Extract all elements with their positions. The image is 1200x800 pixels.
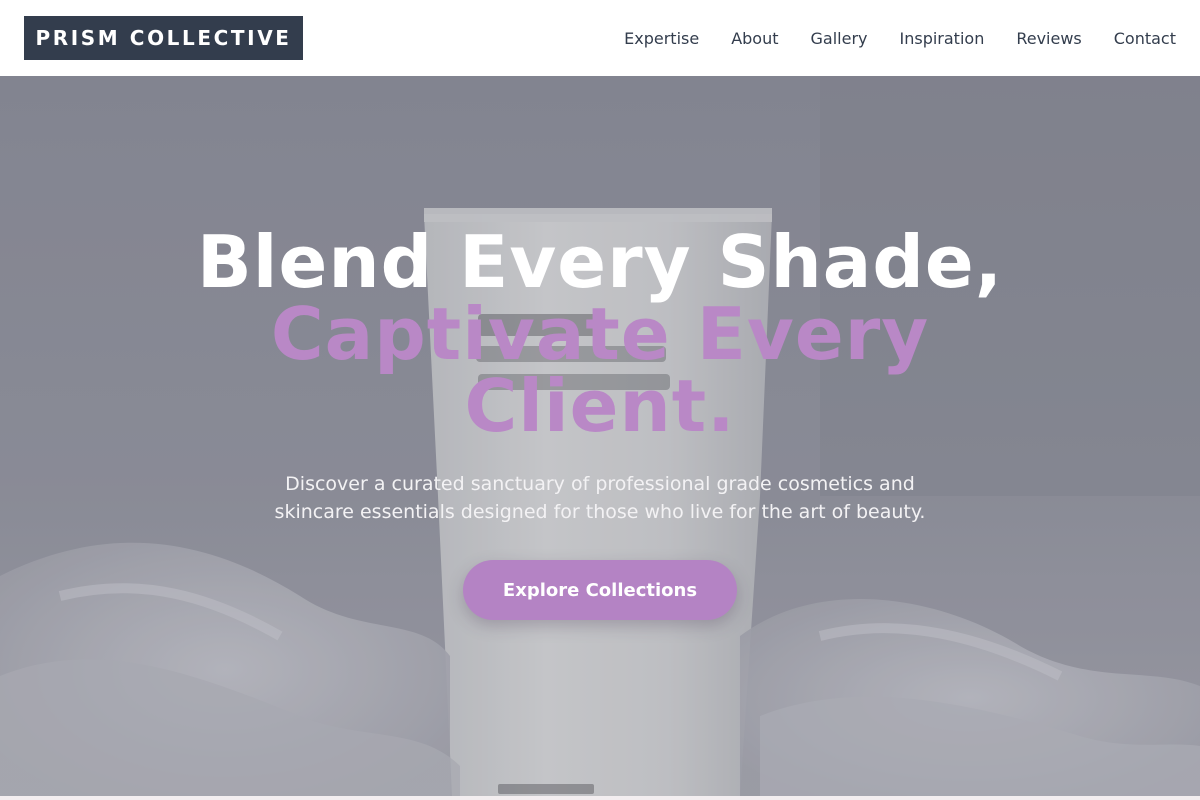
brand-logo[interactable]: PRISM COLLECTIVE: [24, 16, 303, 60]
nav-link-gallery[interactable]: Gallery: [811, 29, 868, 48]
top-navbar: PRISM COLLECTIVE Expertise About Gallery…: [0, 0, 1200, 76]
section-divider: [0, 796, 1200, 800]
hero-title-accent: Captivate Every Client.: [270, 292, 930, 448]
nav-link-reviews[interactable]: Reviews: [1016, 29, 1081, 48]
hero-section: Blend Every Shade, Captivate Every Clien…: [0, 76, 1200, 796]
nav-link-expertise[interactable]: Expertise: [624, 29, 699, 48]
nav-link-inspiration[interactable]: Inspiration: [900, 29, 985, 48]
hero-title: Blend Every Shade, Captivate Every Clien…: [0, 226, 1200, 442]
explore-collections-button[interactable]: Explore Collections: [463, 560, 737, 620]
nav-link-contact[interactable]: Contact: [1114, 29, 1176, 48]
hero-content: Blend Every Shade, Captivate Every Clien…: [0, 226, 1200, 620]
nav-links: Expertise About Gallery Inspiration Revi…: [592, 29, 1176, 48]
nav-link-about[interactable]: About: [731, 29, 778, 48]
hero-subtitle: Discover a curated sanctuary of professi…: [274, 473, 926, 523]
hero-title-line1: Blend Every Shade,: [196, 220, 1004, 304]
